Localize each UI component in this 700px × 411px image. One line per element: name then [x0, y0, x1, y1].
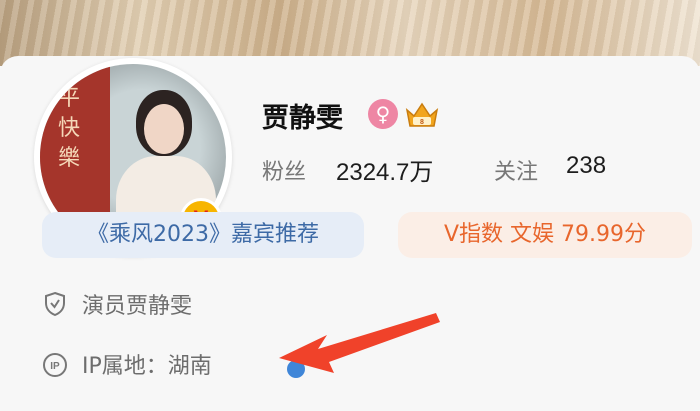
verification-text: 演员贾静雯	[82, 294, 193, 319]
v-index-tag[interactable]: V指数 文娱 79.99分	[398, 212, 692, 258]
profile-card: 平快樂 V 贾静雯 ♀ 8 粉丝 2324.7万 关注 238 《乘风2023》…	[0, 56, 700, 411]
avatar-person-face	[144, 104, 184, 154]
followers-label[interactable]: 粉丝	[262, 154, 306, 186]
followers-value[interactable]: 2324.7万	[336, 152, 433, 187]
female-icon: ♀	[368, 99, 398, 129]
svg-text:8: 8	[420, 119, 424, 126]
profile-name: 贾静雯	[262, 103, 343, 134]
ip-location-text: IP属地：湖南	[82, 354, 212, 379]
following-label[interactable]: 关注	[494, 154, 538, 186]
recommend-tag[interactable]: 《乘风2023》嘉宾推荐	[42, 212, 364, 258]
avatar-poster-text: 平快樂	[57, 86, 80, 171]
svg-text:IP: IP	[50, 361, 60, 372]
ip-icon: IP	[43, 353, 67, 377]
following-value[interactable]: 238	[566, 152, 606, 180]
crown-icon[interactable]: 8	[404, 100, 440, 130]
verified-shield-icon	[45, 291, 65, 317]
